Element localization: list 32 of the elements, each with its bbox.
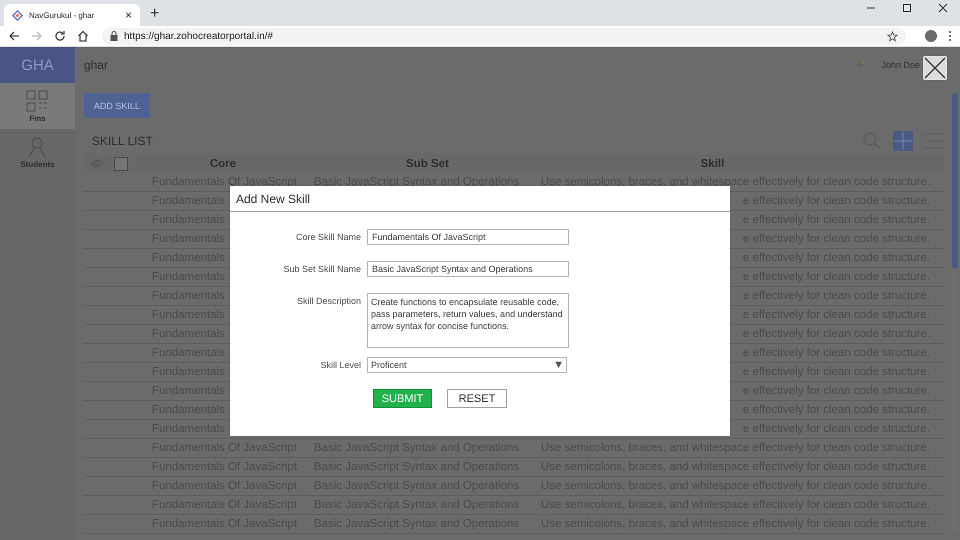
back-icon[interactable]: [8, 30, 20, 42]
maximize-icon[interactable]: [902, 3, 912, 13]
field-label: Core Skill Name: [294, 232, 362, 242]
close-icon[interactable]: [938, 3, 948, 13]
text-field[interactable]: Basic JavaScript Syntax and Operations: [367, 261, 569, 277]
grid-icon: [26, 90, 48, 112]
field-label: Skill Description: [296, 295, 362, 306]
logo-icon: [12, 10, 23, 20]
app-name: ghar: [84, 58, 108, 72]
list-title: SKILL LIST: [92, 134, 153, 148]
dialog-title: Add New Skill: [230, 186, 730, 212]
home-icon[interactable]: [77, 30, 89, 42]
close-icon: [924, 57, 946, 79]
reload-icon[interactable]: [54, 30, 66, 42]
address-bar[interactable]: https://ghar.zohocreatorportal.in/#: [102, 28, 906, 44]
profile-avatar[interactable]: [925, 30, 937, 42]
caret-icon: ▼: [553, 360, 564, 370]
close-button[interactable]: [923, 56, 947, 80]
person-icon: [27, 136, 48, 158]
select-field[interactable]: Proficent ▼: [367, 357, 567, 373]
field-label: Skill Level: [319, 360, 362, 370]
reset-button[interactable]: RESET: [447, 389, 507, 408]
field-label: Sub Set Skill Name: [282, 264, 362, 274]
browser-tab[interactable]: NavGurukul - ghar ×: [4, 4, 140, 26]
text-field[interactable]: Fundamentals Of JavaScript: [367, 229, 569, 245]
close-tab-button[interactable]: ×: [124, 9, 132, 21]
description-field[interactable]: Create functions to encapsulate reusable code, pass parameters, return values, and understand arrow syntax for concise functions.: [367, 293, 569, 348]
lock-icon: [110, 31, 118, 41]
select-all-checkbox[interactable]: [114, 156, 128, 170]
star-icon[interactable]: [887, 30, 898, 42]
menu-icon[interactable]: [948, 30, 952, 42]
new-tab-button[interactable]: +: [150, 6, 160, 22]
